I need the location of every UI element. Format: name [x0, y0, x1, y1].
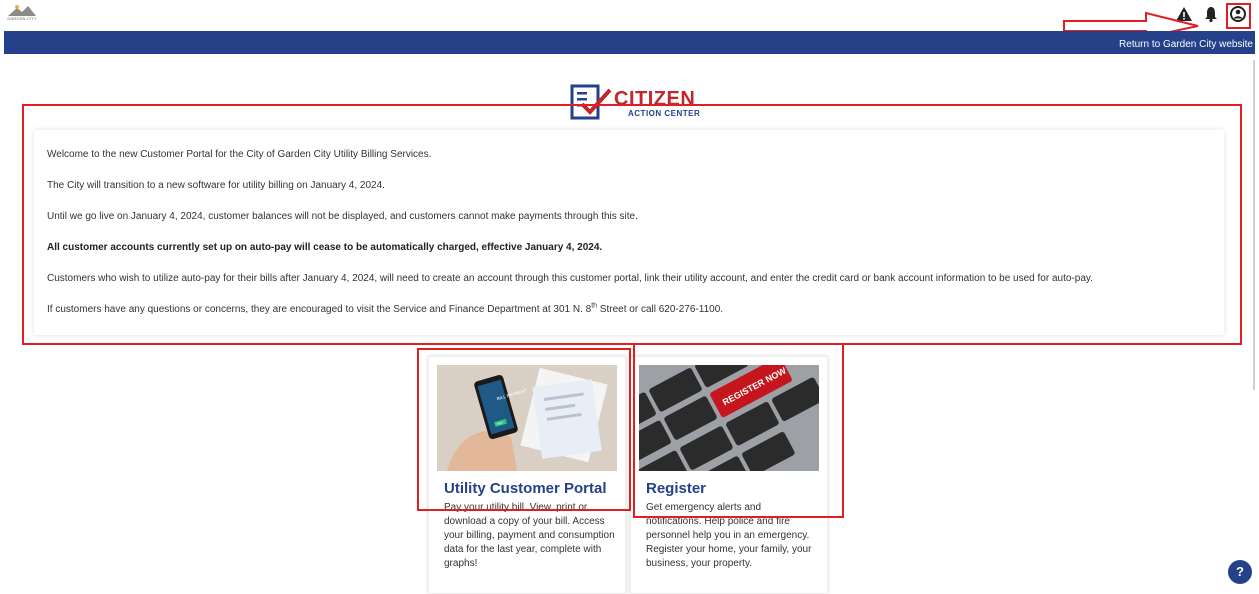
garden-city-logo[interactable]: GARDEN CITY: [4, 2, 40, 24]
logo-text: GARDEN CITY: [7, 16, 37, 21]
return-link[interactable]: Return to Garden City website: [1119, 39, 1253, 50]
logo-mark-icon: [8, 5, 36, 16]
utility-portal-description: Pay your utility bill. View, print or do…: [444, 502, 615, 569]
annotation-box-register-card: [633, 343, 844, 518]
bell-icon[interactable]: [1202, 5, 1220, 23]
scrollbar[interactable]: [1253, 60, 1255, 390]
annotation-box-notice: [22, 104, 1242, 345]
help-button[interactable]: ?: [1228, 560, 1252, 584]
nav-band: [4, 31, 1255, 54]
annotation-box-utility-card: [417, 348, 631, 511]
annotation-box-user: [1226, 3, 1251, 29]
